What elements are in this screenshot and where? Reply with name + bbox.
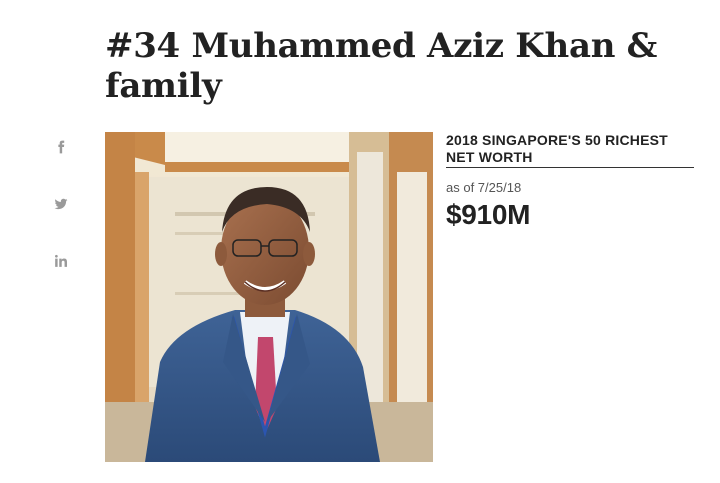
- portrait-image: [105, 132, 433, 462]
- rank-info: 2018 SINGAPORE'S 50 RICHEST NET WORTH as…: [446, 132, 694, 231]
- linkedin-share-button[interactable]: [50, 254, 72, 276]
- net-worth-value: $910M: [446, 199, 531, 230]
- twitter-share-button[interactable]: [50, 197, 72, 219]
- page-title: #34 Muhammed Aziz Khan & family: [105, 26, 658, 106]
- social-share-bar: [50, 136, 72, 311]
- facebook-icon: [58, 140, 65, 154]
- facebook-share-button[interactable]: [50, 140, 72, 162]
- linkedin-icon: [54, 254, 68, 267]
- as-of-date: as of 7/25/18: [446, 180, 522, 195]
- list-title[interactable]: 2018 SINGAPORE'S 50 RICHEST NET WORTH: [446, 132, 694, 168]
- profile-photo: [105, 132, 433, 462]
- twitter-icon: [54, 198, 68, 210]
